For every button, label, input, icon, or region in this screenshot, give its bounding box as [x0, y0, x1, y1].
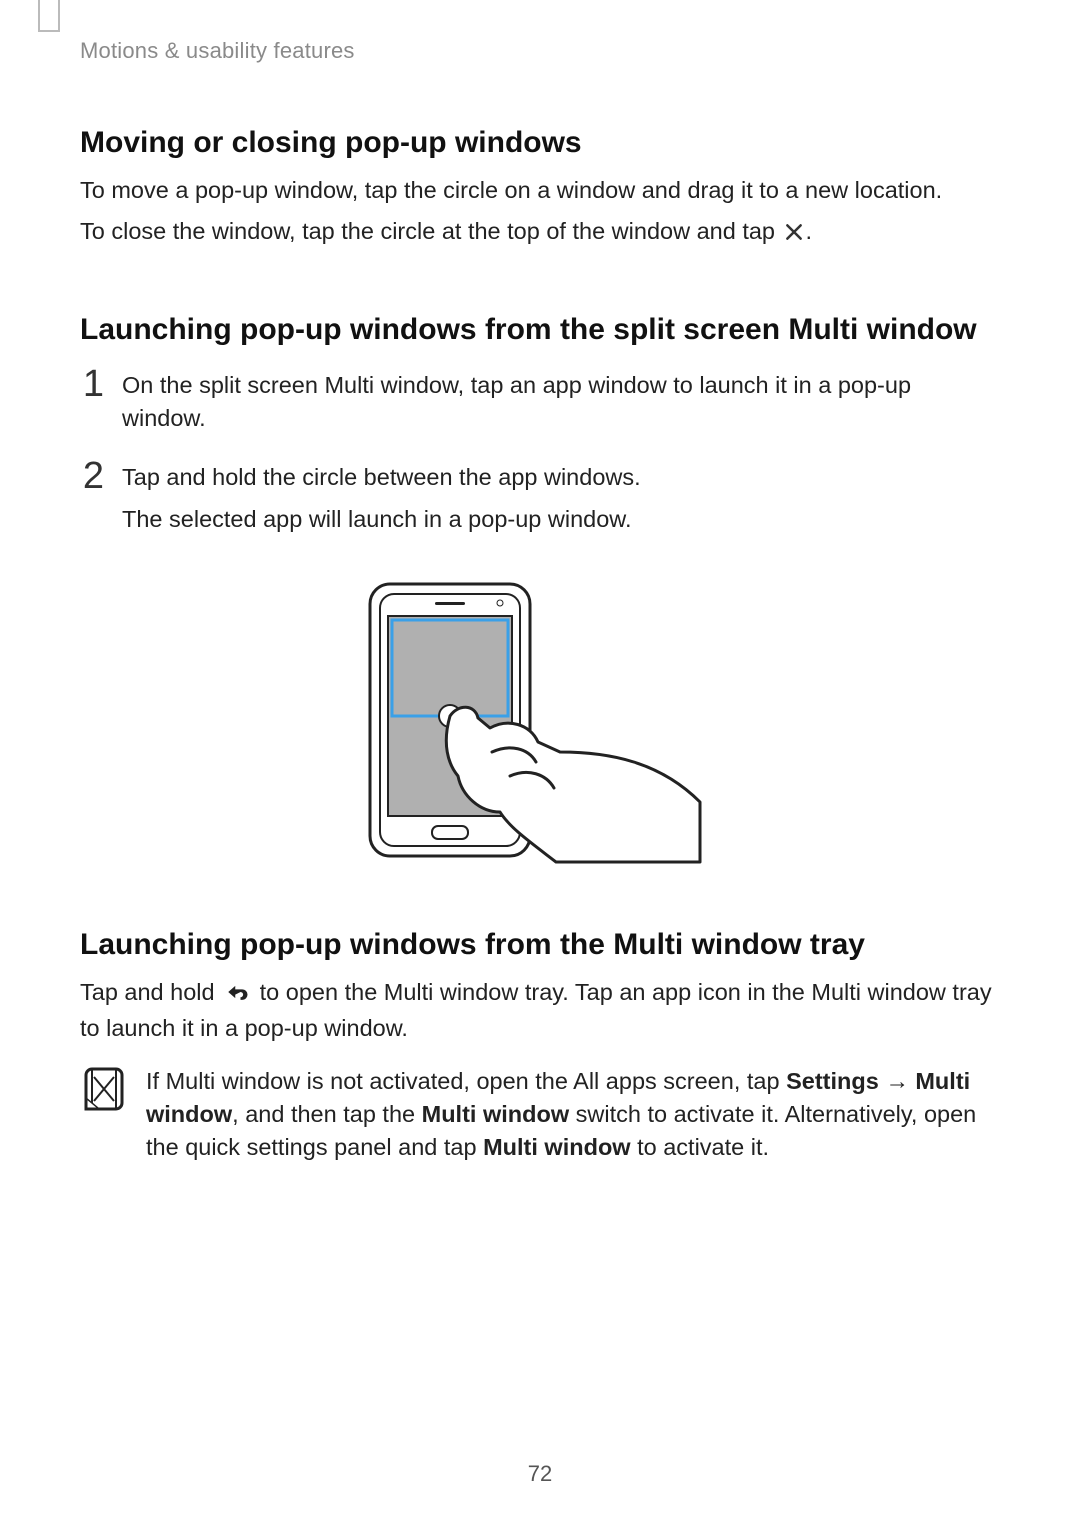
section-title-moving-closing: Moving or closing pop-up windows — [80, 126, 1000, 160]
step-1: 1 On the split screen Multi window, tap … — [80, 369, 1000, 445]
text-fragment: → — [879, 1068, 916, 1094]
step-text: On the split screen Multi window, tap an… — [122, 369, 1000, 435]
illustration-tap-hold-circle — [80, 576, 1000, 866]
step-text: Tap and hold the circle between the app … — [122, 461, 641, 494]
running-header: Motions & usability features — [80, 38, 1000, 64]
back-icon — [223, 979, 251, 1012]
step-2: 2 Tap and hold the circle between the ap… — [80, 461, 1000, 547]
text-fragment: Tap and hold — [80, 979, 221, 1005]
step-text: The selected app will launch in a pop-up… — [122, 503, 641, 536]
step-number: 2 — [80, 457, 104, 547]
section-title-split-screen: Launching pop-up windows from the split … — [80, 313, 1000, 347]
text-fragment: . — [806, 218, 813, 244]
note-icon — [80, 1065, 128, 1118]
note: If Multi window is not activated, open t… — [80, 1065, 1000, 1164]
step-number: 1 — [80, 365, 104, 445]
text-fragment: If Multi window is not activated, open t… — [146, 1068, 786, 1094]
close-icon — [784, 218, 804, 251]
tab-decoration — [38, 0, 60, 32]
page-number: 72 — [0, 1461, 1080, 1487]
manual-page: Motions & usability features Moving or c… — [0, 0, 1080, 1527]
paragraph: Tap and hold to open the Multi window tr… — [80, 976, 1000, 1045]
section-title-multi-window-tray: Launching pop-up windows from the Multi … — [80, 928, 1000, 962]
bold-label: Multi window — [483, 1134, 631, 1160]
paragraph: To close the window, tap the circle at t… — [80, 215, 1000, 251]
text-fragment: To close the window, tap the circle at t… — [80, 218, 782, 244]
note-text: If Multi window is not activated, open t… — [146, 1065, 1000, 1164]
bold-label: Settings — [786, 1068, 879, 1094]
bold-label: Multi window — [422, 1101, 570, 1127]
text-fragment: to activate it. — [631, 1134, 769, 1160]
text-fragment: , and then tap the — [232, 1101, 421, 1127]
paragraph: To move a pop-up window, tap the circle … — [80, 174, 1000, 207]
steps-list: 1 On the split screen Multi window, tap … — [80, 369, 1000, 547]
